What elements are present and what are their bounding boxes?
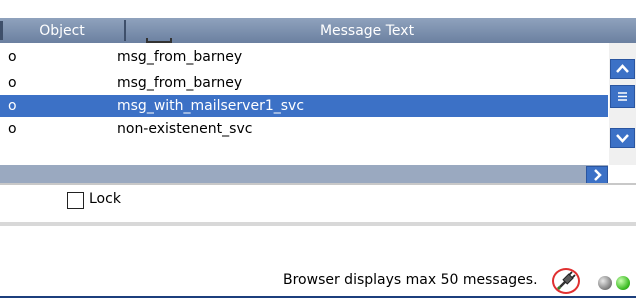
message-browser: Object Message Text o msg_from_barney o … [0, 0, 636, 298]
chevron-up-icon [616, 64, 629, 73]
header-corner [608, 18, 636, 43]
table-row-selected[interactable]: o msg_with_mailserver1_svc [0, 95, 608, 117]
scroll-thumb[interactable] [610, 85, 635, 108]
cell-message-text: non-existenent_svc [117, 121, 253, 137]
cell-message-text: msg_from_barney [117, 49, 243, 65]
grip-icon [618, 92, 627, 101]
scroll-down-button[interactable] [610, 128, 635, 148]
horizontal-scrollbar[interactable] [0, 165, 608, 184]
status-bar: Browser displays max 50 messages. [0, 268, 636, 298]
status-light-green [616, 276, 630, 290]
table-row[interactable]: o msg_from_barney [0, 72, 608, 94]
chevron-down-icon [616, 134, 629, 143]
message-grid: Object Message Text o msg_from_barney o … [0, 0, 636, 185]
table-row[interactable]: o msg_from_barney [0, 46, 608, 68]
status-message: Browser displays max 50 messages. [283, 272, 538, 288]
scroll-up-button[interactable] [610, 59, 635, 79]
table-row[interactable]: o non-existenent_svc [0, 118, 608, 140]
cell-object: o [8, 75, 17, 91]
cell-object: o [8, 121, 17, 137]
column-header-object[interactable]: Object [0, 18, 124, 43]
scroll-right-button[interactable] [586, 166, 608, 184]
divider [0, 222, 636, 226]
cell-object: o [8, 49, 17, 65]
lock-checkbox[interactable] [67, 192, 84, 209]
grid-rows: o msg_from_barney o msg_from_barney o ms… [0, 43, 608, 165]
cell-object: o [8, 98, 17, 114]
lock-label[interactable]: Lock [89, 191, 121, 207]
status-light-grey [598, 276, 612, 290]
cell-message-text: msg_with_mailserver1_svc [117, 98, 305, 114]
connection-plug-icon [556, 271, 576, 291]
lock-row: Lock [0, 185, 636, 223]
grid-header: Object Message Text [0, 18, 608, 43]
column-header-message-text[interactable]: Message Text [126, 18, 608, 43]
cell-message-text: msg_from_barney [117, 75, 243, 91]
vertical-scrollbar[interactable] [609, 43, 636, 165]
plug-icon[interactable] [552, 268, 580, 294]
chevron-right-icon [594, 169, 602, 181]
scrollbar-corner [608, 165, 636, 183]
